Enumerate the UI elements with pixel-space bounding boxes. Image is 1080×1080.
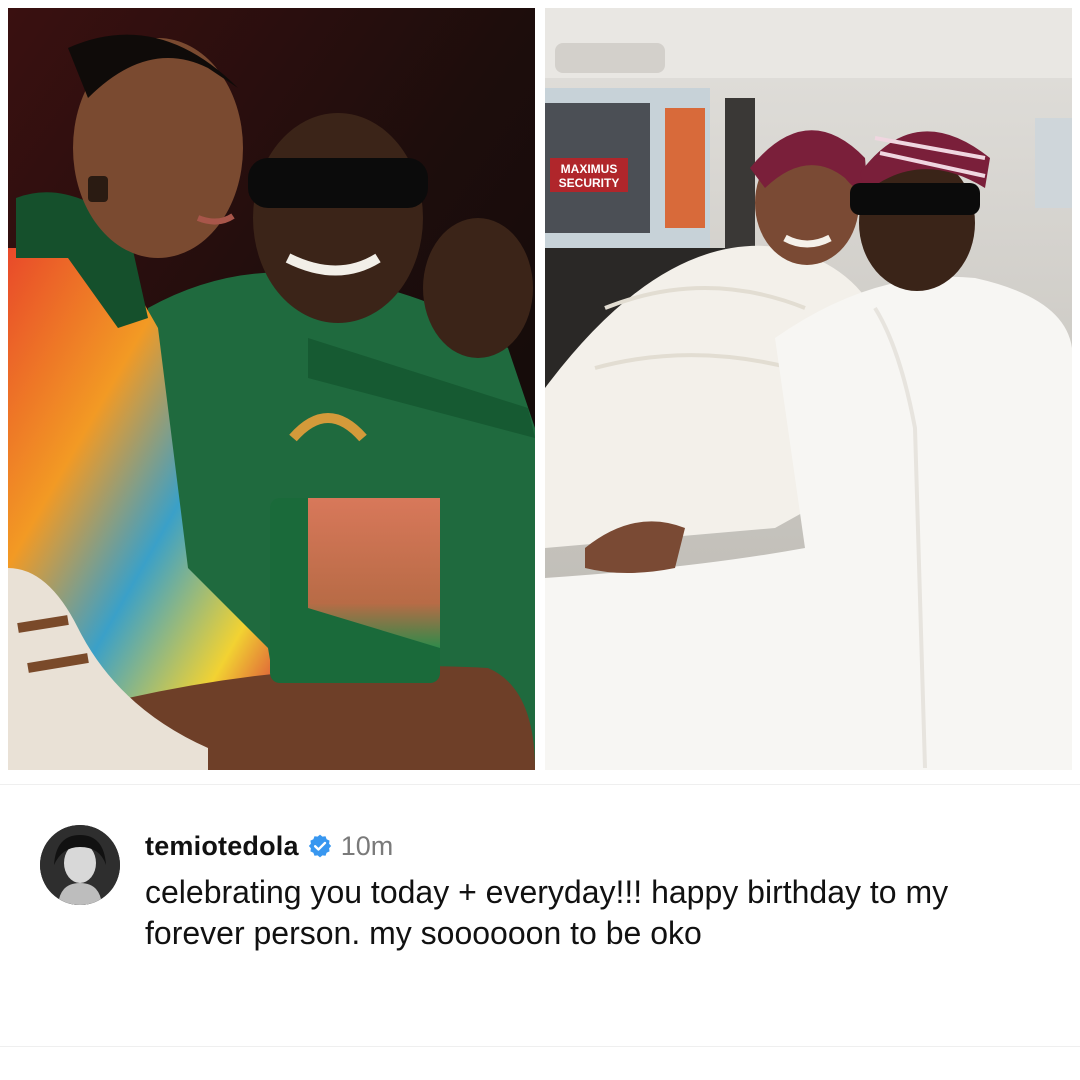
photo-left xyxy=(8,8,535,770)
username[interactable]: temiotedola xyxy=(145,831,299,862)
verified-badge-icon xyxy=(308,834,331,858)
timestamp: 10m xyxy=(340,830,394,861)
avatar-image xyxy=(40,825,120,905)
photo-left-image xyxy=(8,8,535,770)
post-header: temiotedola 10m xyxy=(145,826,393,866)
avatar[interactable] xyxy=(40,825,120,905)
divider-top xyxy=(0,784,1080,785)
security-sign-line1: MAXIMUS xyxy=(561,162,618,176)
caption: celebrating you today + everyday!!! happ… xyxy=(145,874,949,951)
divider-bottom xyxy=(0,1046,1080,1047)
photo-right: MAXIMUS SECURITY xyxy=(545,8,1072,770)
photo-right-image: MAXIMUS SECURITY xyxy=(545,8,1072,770)
security-sign-line2: SECURITY xyxy=(559,176,620,190)
